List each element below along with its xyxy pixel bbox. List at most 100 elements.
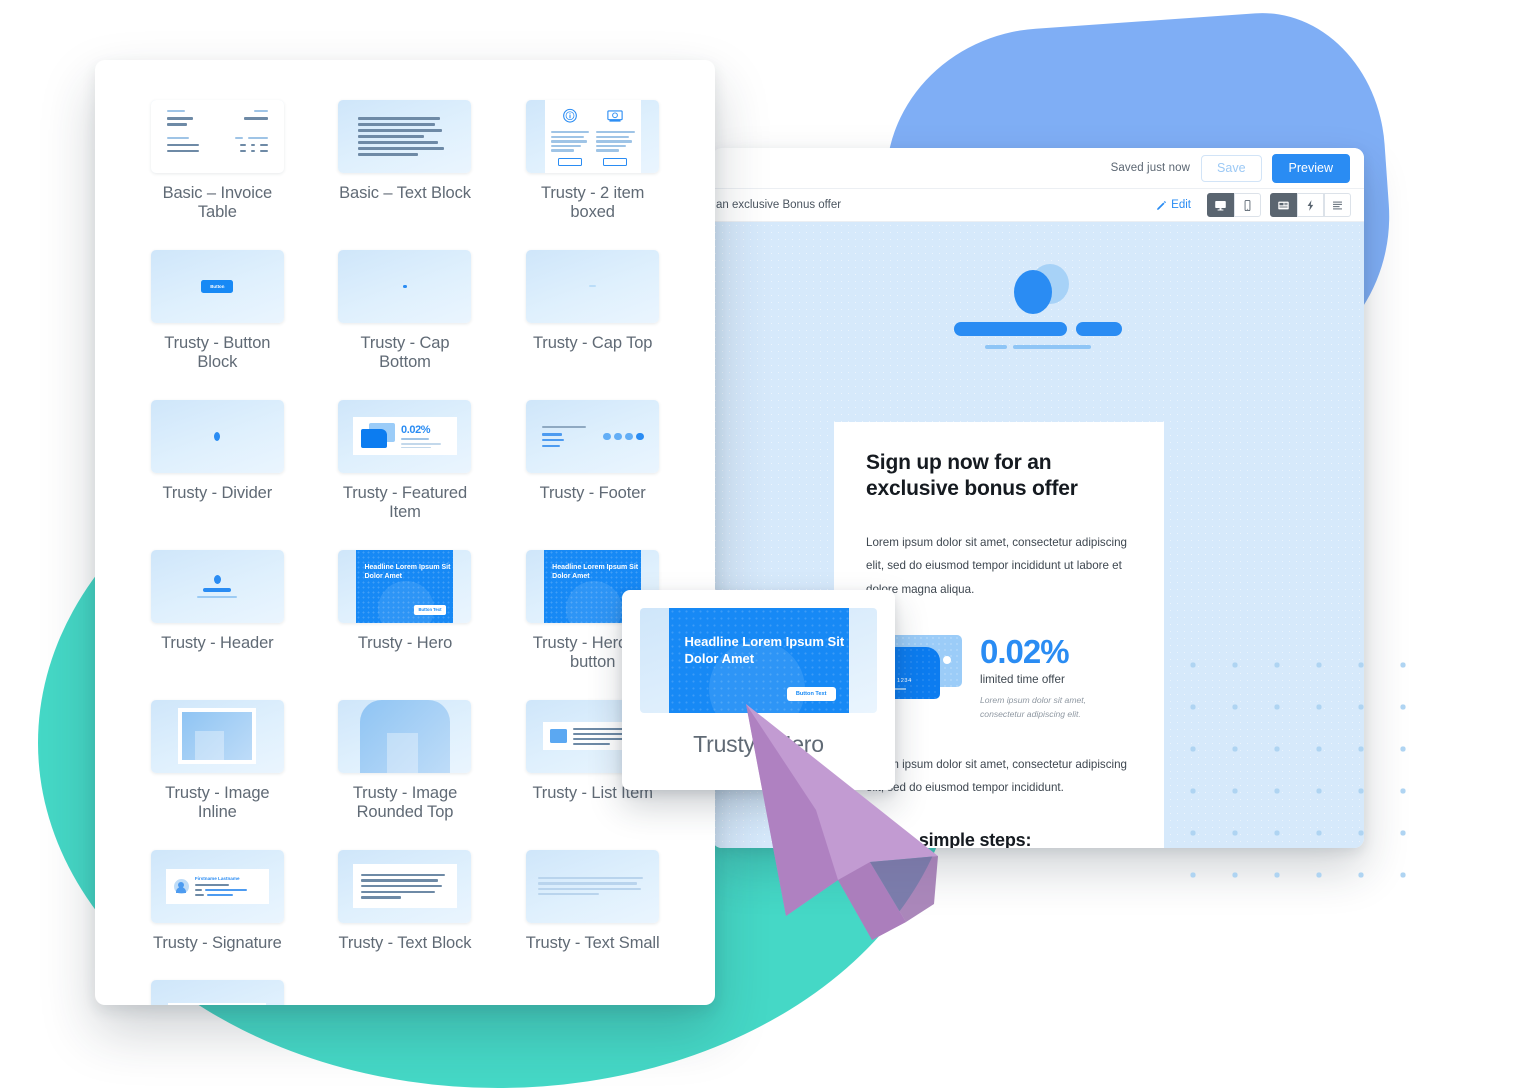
template-thumbnail-hero: Headline Lorem Ipsum Sit Dolor Amet Butt… xyxy=(338,549,472,623)
lightning-icon xyxy=(1307,199,1314,211)
divider-dot xyxy=(214,431,221,441)
invoice-mini xyxy=(150,100,284,173)
dragged-headline: Headline Lorem Ipsum Sit Dolor Amet xyxy=(684,634,845,666)
thumb-button xyxy=(557,157,582,166)
dragged-button: Button Text xyxy=(786,687,836,701)
hero-mini-headline: Headline Lorem Ipsum Sit Dolor Amet xyxy=(552,563,639,580)
template-card[interactable]: Trusty - Text Small xyxy=(522,849,663,953)
dragged-card-label: Trusty - Hero xyxy=(693,731,824,757)
social-icons xyxy=(603,432,644,441)
header-mini xyxy=(197,575,238,598)
info-badge-icon xyxy=(563,108,577,123)
button-chip-label: Button xyxy=(210,283,225,289)
template-card[interactable]: Button Trusty - Button Block xyxy=(147,249,288,373)
hero-mini: Headline Lorem Ipsum Sit Dolor Amet Butt… xyxy=(356,549,454,623)
credit-card-mini-icon xyxy=(360,423,395,449)
money-icon xyxy=(607,110,624,122)
image-inline-mini xyxy=(178,708,257,765)
template-label: Trusty - Signature xyxy=(152,933,282,952)
template-label: Trusty - Text Block xyxy=(338,933,472,952)
header-bars-placeholder xyxy=(954,322,1122,336)
email-header-block[interactable] xyxy=(712,222,1364,349)
template-thumbnail-titleblock: Lorem ipsum dolor sit amet, consectetur … xyxy=(150,980,284,1005)
textblock-mini xyxy=(338,100,471,173)
layout-blocks-button[interactable] xyxy=(1270,193,1297,217)
device-view-group xyxy=(1207,193,1261,217)
template-label: Trusty - Button Block xyxy=(164,333,271,372)
hero-mini-button: Button Text xyxy=(413,604,447,615)
twoitem-mini xyxy=(544,100,641,173)
template-card[interactable]: Trusty - Header xyxy=(147,549,288,673)
featured-subtitle: limited time offer xyxy=(980,672,1065,686)
template-card[interactable]: Lorem ipsum dolor sit amet, consectetur … xyxy=(147,980,288,1005)
template-label: Trusty - 2 item boxed xyxy=(540,184,645,222)
button-chip: Button xyxy=(201,279,234,293)
dragged-hero-preview: Headline Lorem Ipsum Sit Dolor Amet Butt… xyxy=(668,608,849,713)
template-card[interactable]: Trusty - Image Rounded Top xyxy=(335,699,476,823)
editor-subbar: an exclusive Bonus offer Edit xyxy=(712,189,1364,222)
template-card[interactable]: Basic – Invoice Table xyxy=(147,100,288,223)
mobile-icon xyxy=(1244,199,1251,211)
title-block-mini: Lorem ipsum dolor sit amet, consectetur … xyxy=(168,1002,267,1005)
template-card[interactable]: Trusty - Text Block xyxy=(335,849,476,953)
save-button[interactable]: Save xyxy=(1201,154,1262,182)
template-label: Trusty - Text Small xyxy=(525,933,660,952)
template-thumbnail-footer xyxy=(526,399,660,473)
template-card[interactable]: 0.02% Trusty - Featured Item xyxy=(335,399,476,523)
layout-icon xyxy=(1278,201,1289,209)
text-lines-icon xyxy=(1333,201,1342,209)
dragged-thumbnail: Headline Lorem Ipsum Sit Dolor Amet Butt… xyxy=(640,608,877,713)
featured-item-block[interactable]: 1234 1234 0.02% limited time offer Lorem… xyxy=(866,632,1132,722)
template-thumbnail-twoitem xyxy=(526,100,660,173)
text-small-mini xyxy=(534,872,652,900)
hero-mini-headline: Headline Lorem Ipsum Sit Dolor Amet xyxy=(364,563,451,580)
editor-tools-group xyxy=(1270,193,1351,217)
template-card[interactable]: Firstname Lastname Trusty - Signature xyxy=(147,849,288,953)
header-subbars-placeholder xyxy=(985,345,1091,349)
template-thumbnail-txtblock xyxy=(338,849,472,923)
template-label: Trusty - Image Inline xyxy=(165,783,270,822)
email-paragraph: Lorem ipsum dolor sit amet, consectetur … xyxy=(866,536,1127,596)
logo-placeholder-icon xyxy=(1007,264,1069,314)
template-card[interactable]: Trusty - 2 item boxed xyxy=(522,100,663,223)
pencil-icon xyxy=(1157,200,1167,210)
template-thumbnail-txtsmall xyxy=(526,849,660,923)
decorative-dot-grid xyxy=(1168,640,1418,890)
image-rounded-mini xyxy=(359,699,450,773)
dragged-template-card[interactable]: Headline Lorem Ipsum Sit Dolor Amet Butt… xyxy=(622,590,895,790)
template-card[interactable]: Trusty - Footer xyxy=(522,399,663,523)
preview-button[interactable]: Preview xyxy=(1271,153,1350,183)
template-thumbnail-captop xyxy=(526,249,660,323)
template-thumbnail-invoice xyxy=(150,100,284,173)
template-card[interactable]: Trusty - Image Inline xyxy=(147,699,288,823)
thumb-button xyxy=(603,157,628,166)
template-card[interactable]: Trusty - Divider xyxy=(147,399,288,523)
cap-bar xyxy=(589,285,597,288)
template-label: Trusty - Cap Bottom xyxy=(360,333,450,372)
featured-stat: 0.02% xyxy=(980,632,1070,670)
text-lines-button[interactable] xyxy=(1324,193,1351,217)
featured-mini-stat: 0.02% xyxy=(400,423,431,436)
edit-subject-button[interactable]: Edit xyxy=(1156,199,1191,211)
desktop-view-button[interactable] xyxy=(1207,193,1234,217)
mobile-view-button[interactable] xyxy=(1234,193,1261,217)
template-thumbnail-featured: 0.02% xyxy=(338,399,472,473)
template-thumbnail-capbottom xyxy=(338,249,472,323)
template-thumbnail-divider xyxy=(150,399,284,473)
lightning-button[interactable] xyxy=(1297,193,1324,217)
template-card[interactable]: Trusty - Cap Top xyxy=(522,249,663,373)
template-thumbnail-button: Button xyxy=(150,249,284,323)
avatar xyxy=(173,878,189,894)
email-headline: Sign up now for an exclusive bonus offer xyxy=(866,451,1078,500)
template-label: Trusty - Cap Top xyxy=(532,333,653,352)
template-label: Trusty - Footer xyxy=(539,483,646,502)
email-subject-text: an exclusive Bonus offer xyxy=(716,199,842,211)
footer-mini xyxy=(538,414,648,458)
template-label: Trusty - Divider xyxy=(162,483,273,502)
template-thumbnail-textblock xyxy=(338,100,472,173)
template-card[interactable]: Headline Lorem Ipsum Sit Dolor Amet Butt… xyxy=(335,549,476,673)
template-card[interactable]: Basic – Text Block xyxy=(335,100,476,223)
template-card[interactable]: Trusty - Cap Bottom xyxy=(335,249,476,373)
email-steps-title: Three simple steps: xyxy=(866,829,1032,848)
desktop-icon xyxy=(1215,200,1226,211)
